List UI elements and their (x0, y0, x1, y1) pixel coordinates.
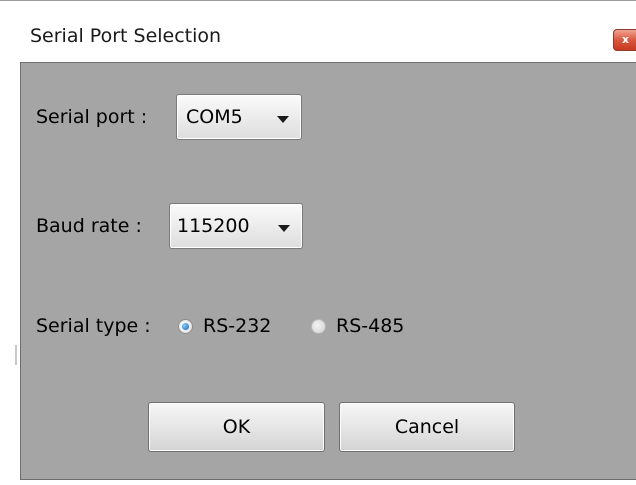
serial-port-selection-window: Serial Port Selection x Serial port : CO… (0, 0, 636, 485)
baud-rate-value: 115200 (177, 215, 250, 237)
cancel-button-label: Cancel (394, 416, 460, 438)
baud-rate-dropdown[interactable]: 115200 (169, 203, 303, 249)
title-bar[interactable]: Serial Port Selection x (0, 0, 636, 62)
close-icon: x (621, 33, 630, 46)
baud-rate-label: Baud rate : (36, 215, 142, 237)
dialog-body: Serial port : COM5 Baud rate : 115200 Se… (20, 62, 636, 480)
rs485-label[interactable]: RS-485 (336, 315, 404, 337)
serial-port-label: Serial port : (36, 106, 148, 128)
window-edge-grip (15, 345, 17, 365)
rs232-radio[interactable] (178, 319, 193, 334)
chevron-down-icon (277, 116, 289, 123)
chevron-down-icon (278, 225, 290, 232)
ok-button-label: OK (222, 416, 251, 438)
serial-type-label: Serial type : (36, 315, 151, 337)
window-title: Serial Port Selection (30, 25, 222, 47)
rs232-label[interactable]: RS-232 (203, 315, 271, 337)
serial-port-dropdown[interactable]: COM5 (176, 94, 302, 140)
close-button[interactable]: x (613, 29, 636, 51)
ok-button[interactable]: OK (148, 402, 325, 452)
rs485-radio[interactable] (311, 319, 326, 334)
cancel-button[interactable]: Cancel (339, 402, 515, 452)
serial-port-value: COM5 (186, 106, 243, 128)
